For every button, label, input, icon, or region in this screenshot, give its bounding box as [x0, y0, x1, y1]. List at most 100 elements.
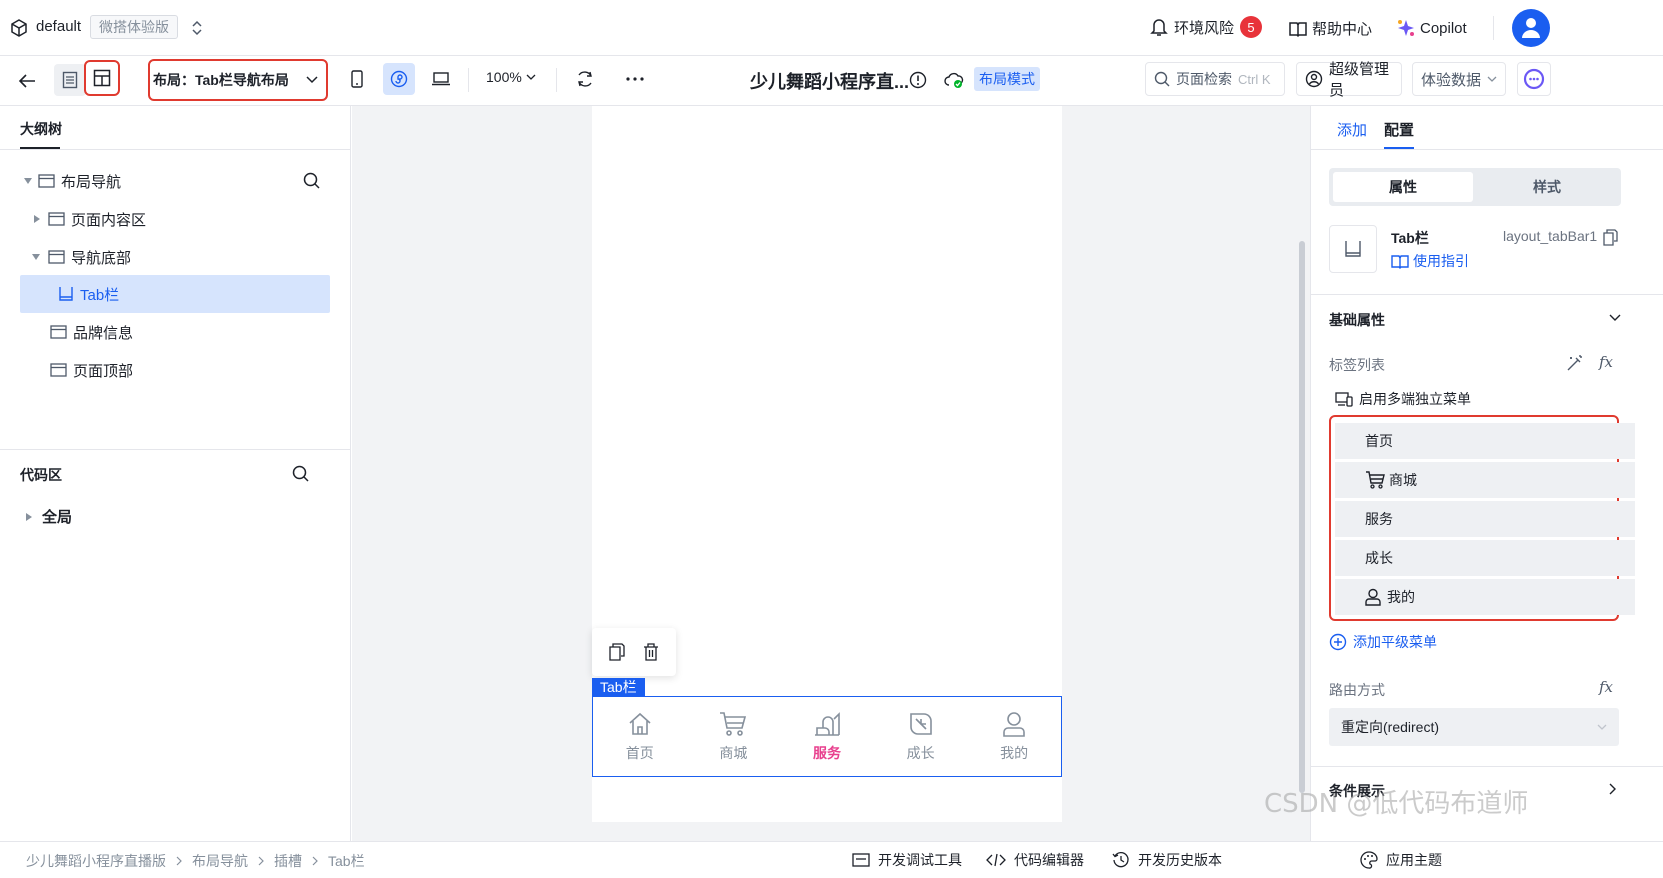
devices-icon [1335, 391, 1353, 407]
container-icon [50, 325, 67, 339]
miniprogram-preview-icon[interactable] [383, 63, 415, 95]
chevron-right-icon [312, 856, 318, 866]
pc-preview-icon[interactable] [428, 66, 454, 92]
multi-menu-label: 启用多端独立菜单 [1359, 391, 1471, 407]
app-name: default [36, 18, 82, 35]
menu-item-mine[interactable]: 我的 [1335, 579, 1635, 615]
layout-select[interactable]: 布局：Tab栏导航布局 [148, 59, 328, 101]
layout-mode-badge: 布局模式 [974, 67, 1040, 91]
refresh-icon[interactable] [572, 66, 598, 92]
back-arrow-icon[interactable] [14, 68, 40, 94]
app-theme-button[interactable]: 应用主题 [1360, 850, 1442, 870]
magic-wand-icon[interactable] [1566, 354, 1584, 372]
tree-item-page-content[interactable]: 页面内容区 [20, 199, 330, 239]
usage-guide-link[interactable]: 使用指引 [1391, 251, 1469, 271]
console-icon [852, 852, 870, 868]
collapse-triangle-icon[interactable] [24, 178, 32, 184]
code-editor-label: 代码编辑器 [1014, 852, 1084, 868]
multi-menu-option[interactable]: 启用多端独立菜单 [1335, 389, 1471, 409]
tree-item-label: 页面顶部 [73, 362, 134, 380]
zoom-select[interactable]: 100% [486, 69, 536, 85]
route-select[interactable]: 重定向(redirect) [1329, 708, 1619, 746]
status-bar: 少儿舞蹈小程序直播版 布局导航 插槽 Tab栏 开发调试工具 代码编辑器 开发历… [0, 841, 1663, 878]
more-icon[interactable] [622, 66, 648, 92]
role-label: 超级管理员 [1329, 61, 1390, 99]
menu-item-service[interactable]: 服务 [1335, 501, 1635, 537]
design-canvas: Tab栏 首页 商城 服务 成长 我的 [352, 106, 1310, 841]
chevron-down-icon[interactable] [1609, 314, 1621, 322]
code-editor-button[interactable]: 代码编辑器 [986, 850, 1084, 870]
tree-item-tabbar[interactable]: Tab栏 [20, 275, 330, 313]
ai-assistant-icon[interactable] [1517, 62, 1551, 96]
tree-item-nav-bottom[interactable]: 导航底部 [20, 237, 330, 277]
tab-config[interactable]: 配置 [1384, 119, 1414, 140]
mobile-preview-icon[interactable] [344, 66, 370, 92]
search-icon[interactable] [303, 172, 320, 189]
tab-mall[interactable]: 商城 [687, 697, 781, 776]
breadcrumb-item[interactable]: 插槽 [274, 851, 302, 871]
search-icon [1154, 71, 1170, 87]
layout-view-icon[interactable] [84, 60, 120, 96]
tree-item-page-top[interactable]: 页面顶部 [20, 350, 330, 390]
scrollbar-thumb[interactable] [1299, 241, 1305, 793]
copy-icon[interactable] [609, 643, 625, 661]
dev-tools-label: 开发调试工具 [878, 852, 962, 868]
cube-icon [10, 19, 28, 37]
tab-label: 成长 [906, 744, 935, 761]
role-select[interactable]: 超级管理员 [1296, 61, 1402, 99]
code-global-item[interactable]: 全局 [26, 506, 72, 527]
tree-item-brand-info[interactable]: 品牌信息 [20, 312, 330, 352]
phone-preview: Tab栏 首页 商城 服务 成长 我的 [592, 106, 1062, 822]
segment-styles[interactable]: 样式 [1477, 172, 1617, 202]
outline-title: 大纲树 [20, 121, 62, 137]
search-icon[interactable] [292, 465, 309, 482]
menu-item-mall[interactable]: 商城 [1335, 462, 1635, 498]
tree-item-layout-nav[interactable]: 布局导航 [20, 161, 330, 201]
chevron-right-icon[interactable] [1609, 783, 1617, 795]
breadcrumb-item[interactable]: Tab栏 [328, 851, 365, 871]
env-risk-button[interactable]: 环境风险 5 [1150, 16, 1263, 38]
tab-home[interactable]: 首页 [593, 697, 687, 776]
collapse-triangle-icon[interactable] [32, 254, 40, 260]
fx-icon[interactable]: fx [1599, 353, 1613, 371]
add-sibling-menu-button[interactable]: 添加平级菜单 [1329, 632, 1437, 652]
segment-properties[interactable]: 属性 [1333, 172, 1473, 202]
breadcrumb-item[interactable]: 布局导航 [192, 851, 248, 871]
page-view-icon[interactable] [54, 64, 86, 96]
tab-growth[interactable]: 成长 [874, 697, 968, 776]
fx-icon[interactable]: fx [1599, 678, 1613, 696]
edition-badge: 微搭体验版 [90, 15, 178, 39]
expand-triangle-icon[interactable] [34, 215, 40, 223]
chevron-down-icon [526, 74, 536, 80]
breadcrumb-item[interactable]: 少儿舞蹈小程序直播版 [26, 851, 166, 871]
book-icon [1288, 20, 1308, 38]
avatar[interactable] [1512, 9, 1550, 47]
page-search-input[interactable]: 页面检索 Ctrl K [1145, 62, 1285, 96]
delete-icon[interactable] [643, 643, 659, 661]
tab-add[interactable]: 添加 [1337, 119, 1367, 140]
csdn-watermark: CSDN @低代码布道师 [1264, 789, 1529, 819]
info-icon[interactable] [906, 68, 930, 92]
tab-service[interactable]: 服务 [780, 697, 874, 776]
tree-item-label: 布局导航 [61, 173, 122, 191]
copilot-button[interactable]: Copilot [1396, 18, 1467, 38]
history-button[interactable]: 开发历史版本 [1112, 850, 1222, 870]
copy-icon[interactable] [1603, 229, 1618, 246]
expand-triangle-icon[interactable] [26, 512, 32, 521]
search-shortcut: Ctrl K [1238, 71, 1271, 87]
data-source-select[interactable]: 体验数据 [1412, 62, 1506, 96]
dev-tools-button[interactable]: 开发调试工具 [852, 850, 962, 870]
chevron-right-icon [258, 856, 264, 866]
help-center-button[interactable]: 帮助中心 [1288, 18, 1372, 39]
section-basic-title: 基础属性 [1329, 312, 1385, 328]
add-sibling-menu-label: 添加平级菜单 [1353, 634, 1437, 650]
app-switch-icon[interactable] [190, 19, 204, 37]
chevron-right-icon [176, 856, 182, 866]
container-icon [48, 212, 65, 226]
menu-item-growth[interactable]: 成长 [1335, 540, 1635, 576]
tabbar-preview[interactable]: 首页 商城 服务 成长 我的 [592, 696, 1062, 777]
code-global-label: 全局 [42, 509, 73, 526]
container-icon [38, 174, 55, 188]
tab-mine[interactable]: 我的 [967, 697, 1061, 776]
menu-item-home[interactable]: 首页 [1335, 423, 1635, 459]
